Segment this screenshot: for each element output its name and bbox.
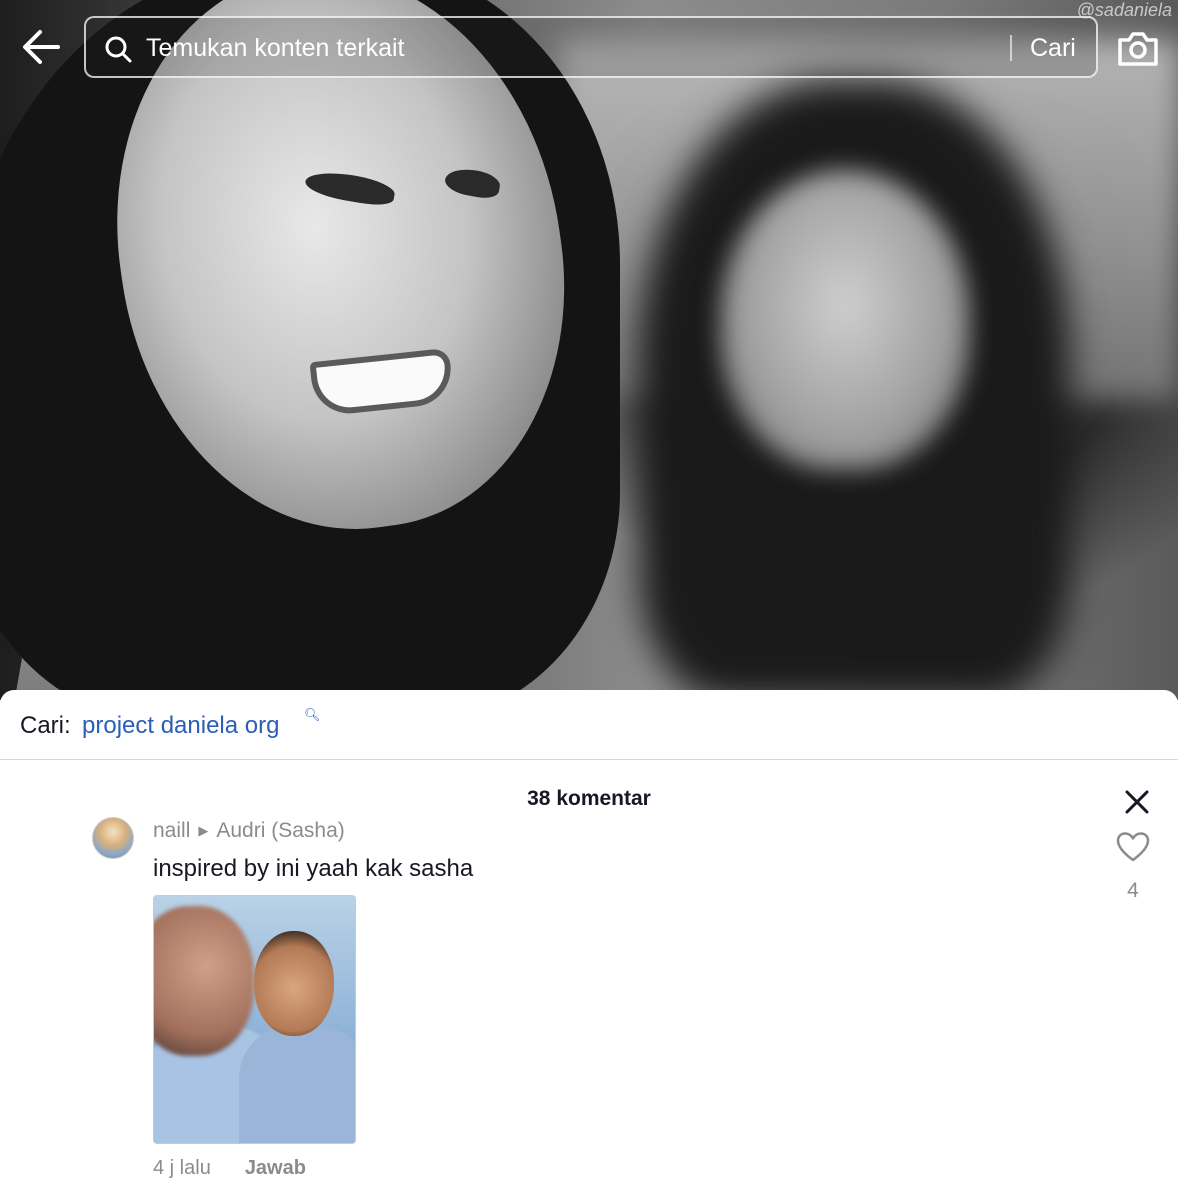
comment-image-person-left-head	[154, 906, 254, 1056]
comment-author-row: naill ▶ Audri (Sasha)	[153, 819, 345, 843]
comment-image[interactable]	[153, 895, 356, 1144]
video-frame[interactable]: @sadaniela	[0, 0, 1178, 700]
search-input[interactable]: Temukan konten terkait Cari	[84, 16, 1098, 78]
related-search-label: Cari:	[20, 712, 71, 739]
camera-search-button[interactable]	[1116, 28, 1160, 68]
comment-reply-to[interactable]: Audri (Sasha)	[216, 819, 344, 843]
avatar[interactable]	[92, 817, 134, 859]
back-button[interactable]	[18, 26, 64, 68]
search-divider	[1010, 35, 1012, 61]
comment-author[interactable]: naill	[153, 819, 190, 843]
like-button[interactable]	[1116, 831, 1150, 863]
reply-arrow-icon: ▶	[198, 823, 209, 838]
arrow-left-icon	[23, 30, 60, 64]
like-count: 4	[1127, 879, 1139, 902]
related-search-link[interactable]: project daniela org	[82, 712, 279, 740]
reply-button[interactable]: Jawab	[245, 1157, 306, 1180]
camera-icon	[1118, 32, 1158, 66]
comment-timestamp: 4 j lalu	[153, 1157, 211, 1179]
comment-image-person-right-head	[254, 931, 334, 1036]
video-person-right-face	[720, 170, 970, 470]
search-icon: 🔍︎	[304, 707, 321, 722]
top-search-bar: Temukan konten terkait Cari	[0, 0, 1178, 96]
comment-image-person-right	[239, 1026, 355, 1143]
search-submit-button[interactable]: Cari	[1030, 33, 1076, 63]
comment-item: naill ▶ Audri (Sasha) inspired by ini ya…	[0, 813, 1178, 1193]
heart-outline-icon	[1116, 832, 1150, 862]
comments-count: 38 komentar	[527, 787, 651, 810]
related-search-row: Cari: project daniela org 🔍︎	[0, 690, 1178, 760]
search-placeholder: Temukan konten terkait	[146, 34, 405, 62]
search-icon	[105, 36, 132, 63]
comment-meta: 4 j lalu Jawab	[153, 1157, 306, 1180]
comments-panel: 38 komentar naill ▶ Audri (Sasha) inspir…	[0, 761, 1178, 1200]
comment-text: inspired by ini yaah kak sasha	[153, 855, 474, 882]
